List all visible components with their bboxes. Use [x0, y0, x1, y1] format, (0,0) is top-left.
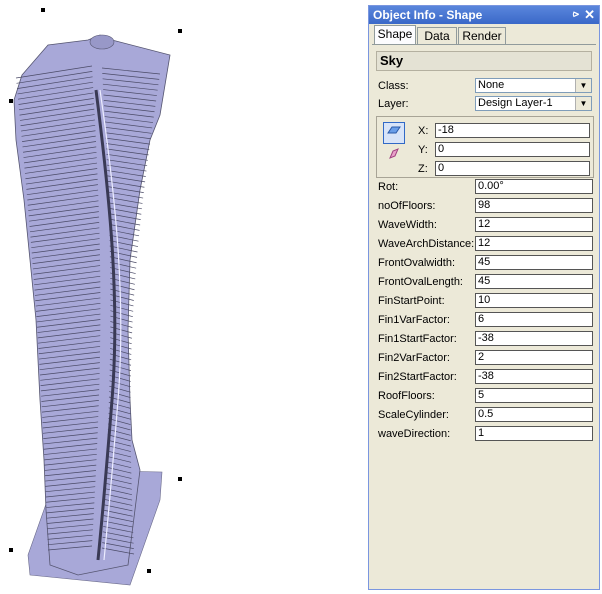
- class-dropdown[interactable]: None ▼: [475, 78, 592, 93]
- selection-handle-left[interactable]: [9, 99, 13, 103]
- param-label: FrontOvalwidth:: [378, 257, 456, 269]
- param-label: Fin1StartFactor:: [378, 333, 457, 345]
- drawing-viewport[interactable]: [0, 0, 368, 594]
- tab-divider: [372, 44, 596, 45]
- param-label: Fin2StartFactor:: [378, 371, 457, 383]
- selection-handle-top-right[interactable]: [178, 29, 182, 33]
- position-group: X: -18 Y: 0 Z: 0: [376, 116, 594, 178]
- param-label: waveDirection:: [378, 428, 451, 440]
- param-label: Rot:: [378, 181, 399, 193]
- close-icon[interactable]: ✕: [584, 7, 595, 23]
- x-field[interactable]: -18: [435, 123, 590, 138]
- layer-label: Layer:: [378, 98, 409, 110]
- layer-dropdown[interactable]: Design Layer-1 ▼: [475, 96, 592, 111]
- y-field[interactable]: 0: [435, 142, 590, 157]
- chevron-down-icon[interactable]: ▼: [575, 97, 591, 110]
- shape-name-field[interactable]: Sky: [376, 51, 592, 71]
- selection-handle-bottom-left[interactable]: [9, 548, 13, 552]
- y-label: Y:: [418, 144, 428, 156]
- plane-mode-icon[interactable]: [383, 122, 405, 144]
- param-label: WaveWidth:: [378, 219, 437, 231]
- param-field[interactable]: 12: [475, 236, 593, 251]
- param-field[interactable]: 0.00°: [475, 179, 593, 194]
- z-label: Z:: [418, 163, 428, 175]
- param-field[interactable]: 45: [475, 255, 593, 270]
- palette-title: Object Info - Shape: [373, 8, 483, 22]
- param-label: ScaleCylinder:: [378, 409, 449, 421]
- param-label: FrontOvalLength:: [378, 276, 463, 288]
- param-label: noOfFloors:: [378, 200, 436, 212]
- param-label: FinStartPoint:: [378, 295, 445, 307]
- tab-render[interactable]: Render: [458, 27, 506, 45]
- selection-handle-top[interactable]: [41, 8, 45, 12]
- pin-icon[interactable]: ⪧: [573, 8, 579, 21]
- param-field[interactable]: 10: [475, 293, 593, 308]
- param-field[interactable]: 0.5: [475, 407, 593, 422]
- param-field[interactable]: -38: [475, 369, 593, 384]
- palette-title-bar[interactable]: Object Info - Shape ⪧ ✕: [369, 6, 599, 24]
- class-label: Class:: [378, 80, 409, 92]
- param-label: WaveArchDistance:: [378, 238, 475, 250]
- param-field[interactable]: 5: [475, 388, 593, 403]
- object-info-palette: Object Info - Shape ⪧ ✕ Shape Data Rende…: [368, 5, 600, 590]
- param-label: Fin1VarFactor:: [378, 314, 450, 326]
- 3d-mode-icon[interactable]: [383, 147, 405, 169]
- x-label: X:: [418, 125, 429, 137]
- tab-shape[interactable]: Shape: [374, 25, 416, 45]
- tower-model[interactable]: [0, 0, 368, 594]
- param-field[interactable]: 1: [475, 426, 593, 441]
- class-value: None: [478, 79, 505, 91]
- tab-data[interactable]: Data: [417, 27, 457, 45]
- param-field[interactable]: 2: [475, 350, 593, 365]
- param-label: Fin2VarFactor:: [378, 352, 450, 364]
- chevron-down-icon[interactable]: ▼: [575, 79, 591, 92]
- param-field[interactable]: 6: [475, 312, 593, 327]
- z-field[interactable]: 0: [435, 161, 590, 176]
- param-field[interactable]: 12: [475, 217, 593, 232]
- selection-handle-bottom[interactable]: [147, 569, 151, 573]
- param-field[interactable]: 98: [475, 198, 593, 213]
- param-label: RoofFloors:: [378, 390, 435, 402]
- selection-handle-right[interactable]: [178, 477, 182, 481]
- layer-value: Design Layer-1: [478, 97, 553, 109]
- param-field[interactable]: 45: [475, 274, 593, 289]
- param-field[interactable]: -38: [475, 331, 593, 346]
